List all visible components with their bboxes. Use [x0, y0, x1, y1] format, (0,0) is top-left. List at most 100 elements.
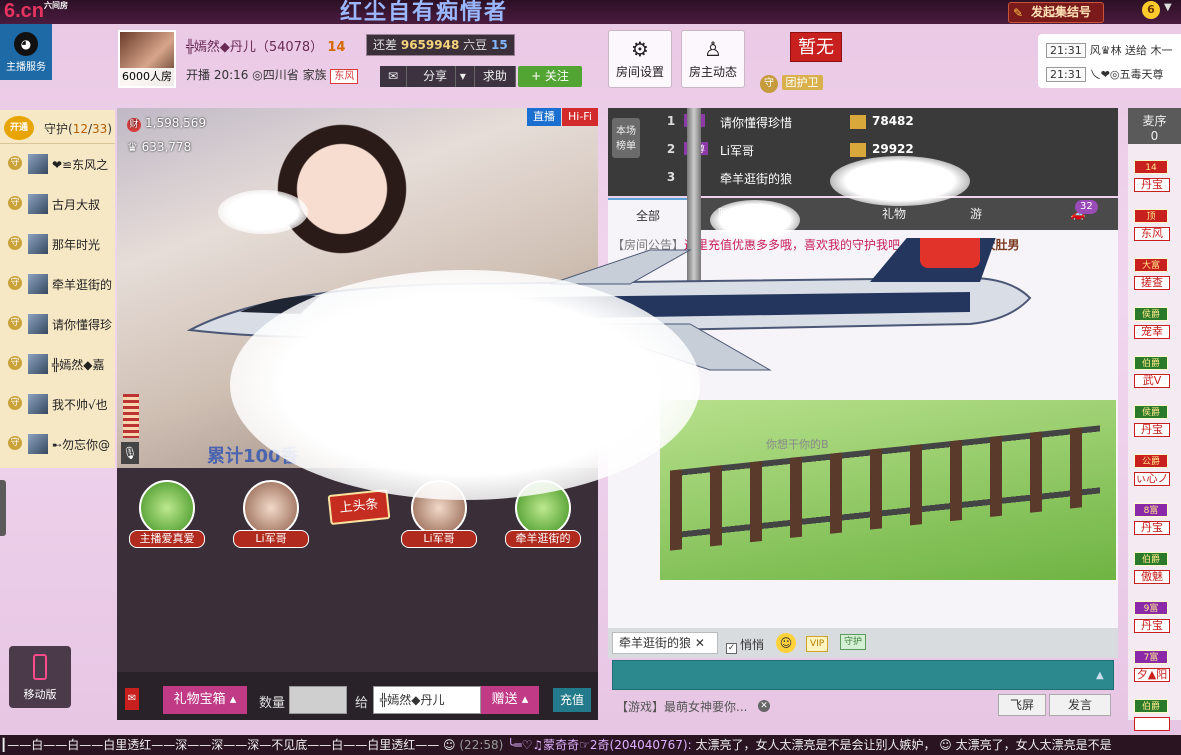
smile-icon: ☺ — [935, 738, 956, 752]
queue-item[interactable]: 伯爵 武V — [1134, 356, 1178, 396]
share-button[interactable]: 分享 ▾ — [407, 66, 475, 87]
send-message-button[interactable]: 发言 — [1049, 694, 1111, 716]
top-fan[interactable]: 主播爱真爱 — [127, 480, 207, 548]
cloud-overlay — [230, 270, 700, 500]
count-badge: 32 — [1075, 200, 1098, 214]
top-fans-area: 主播爱真爱 Li军哥 上头条 Li军哥 牵羊逛街的 — [117, 468, 598, 672]
room-settings-button[interactable]: ⚙ 房间设置 — [608, 30, 672, 88]
host-service-label: 主播服务 — [6, 62, 46, 73]
guard-emoji-icon[interactable]: 守护 — [840, 634, 867, 650]
guard-member[interactable]: 守 请你懂得珍 — [0, 304, 115, 344]
member-name: 请你懂得珍 — [52, 318, 113, 332]
fly-screen-button[interactable]: 飞屏 — [998, 694, 1046, 716]
rank-row[interactable]: 19富请你懂得珍惜78482 — [664, 108, 1104, 136]
mobile-version-button[interactable]: 移动版 — [9, 646, 71, 708]
rank-tab[interactable]: 本场榜单 — [612, 118, 640, 158]
video-wealth: 财 1,598,569 — [127, 116, 206, 132]
chat-target-select[interactable]: 牵羊逛街的狼 ✕ — [612, 632, 718, 654]
red-envelope-icon[interactable]: ✉ — [125, 688, 139, 710]
gift-box-button[interactable]: 礼物宝箱 ▴ — [163, 686, 247, 714]
system-messages: 21:31 风♛林 送给 木一 21:31 乀❤◎五毒天尊 — [1038, 34, 1181, 88]
recipient-select[interactable]: ╬嫣然◆丹儿 — [373, 686, 481, 714]
queue-name: 丹宝 — [1134, 423, 1170, 437]
checkbox[interactable]: ✓ — [726, 643, 737, 654]
guard-member[interactable]: 守 ➸勿忘你@ — [0, 424, 115, 464]
follow-button[interactable]: + 关注 — [518, 66, 582, 87]
hifi-tag[interactable]: Hi-Fi — [562, 108, 598, 126]
chat-input[interactable] — [612, 660, 1114, 690]
fan-label: Li军哥 — [401, 530, 477, 548]
gear-icon: ⚙ — [631, 37, 649, 61]
queue-item[interactable]: 公爵 ぃ心ノ — [1134, 454, 1178, 494]
queue-item[interactable]: 顶东风 — [1134, 209, 1178, 249]
volume-meter — [123, 394, 139, 438]
guard-member[interactable]: 守 牵羊逛街的 — [0, 264, 115, 304]
chevron-down-icon[interactable]: ▼ — [1164, 2, 1172, 13]
chevron-up-icon[interactable]: ▲ — [1096, 670, 1104, 681]
host-feed-button[interactable]: ♙ 房主动态 — [681, 30, 745, 88]
whisper-checkbox[interactable]: ✓ 悄悄 — [726, 636, 764, 654]
site-logo[interactable]: 6.cn六间房 — [4, 0, 68, 23]
queue-item[interactable]: 侯爵 丹宝 — [1134, 405, 1178, 445]
tab-all[interactable]: 全部 — [608, 198, 688, 230]
left-collapse-handle[interactable] — [0, 480, 6, 536]
family-tag[interactable]: 东风 — [330, 69, 359, 84]
mic-icon[interactable]: 🎙 — [121, 442, 139, 464]
queue-item[interactable]: 7富 夕▲阳 — [1134, 650, 1178, 690]
guard-member[interactable]: 守 古月大叔 — [0, 184, 115, 224]
headline-button[interactable]: 上头条 — [327, 488, 391, 526]
queue-badge: 侯爵 — [1134, 307, 1168, 321]
guard-team-badge[interactable]: 守 团护卫 — [760, 74, 823, 93]
need-label: 还差 — [373, 38, 398, 52]
member-avatar — [28, 394, 48, 414]
game-tip[interactable]: 【游戏】最萌女神要你... — [616, 698, 747, 715]
member-avatar — [28, 354, 48, 374]
guard-member[interactable]: 守 我不帅√也 — [0, 384, 115, 424]
member-name: ➸勿忘你@ — [52, 438, 111, 452]
queue-item[interactable]: 8富 丹宝 — [1134, 503, 1178, 543]
none-badge[interactable]: 暂无 — [790, 32, 842, 62]
close-icon[interactable]: ✕ — [758, 700, 770, 712]
tab-games[interactable]: 游 — [936, 198, 1016, 230]
top-fan[interactable]: Li军哥 — [231, 480, 311, 548]
queue-badge: 伯爵 — [1134, 552, 1168, 566]
rally-button[interactable]: ✎ 发起集结号 — [1008, 2, 1104, 23]
queue-name: 丹宝 — [1134, 619, 1170, 633]
recipient-label: 给 — [355, 696, 369, 711]
location-text: 四川省 — [262, 68, 299, 82]
vip-icon[interactable]: VIP — [806, 636, 829, 652]
room-settings-label: 房间设置 — [615, 65, 664, 79]
guard-member[interactable]: 守 那年时光 — [0, 224, 115, 264]
recharge-button[interactable]: 充值 — [553, 688, 591, 712]
gift-bar: ✉ 礼物宝箱 ▴ 数量 给 ╬嫣然◆丹儿 赠送 ▴ 充值 — [117, 672, 598, 720]
queue-name: 丹宝 — [1134, 521, 1170, 535]
queue-name: ぃ心ノ — [1134, 472, 1170, 486]
emoji-icon[interactable]: ☺ — [776, 633, 796, 653]
mail-icon[interactable]: ✉ — [380, 66, 408, 87]
queue-item[interactable]: 9富 丹宝 — [1134, 601, 1178, 641]
close-icon[interactable]: ✕ — [695, 636, 705, 650]
queue-badge: 顶 — [1134, 209, 1168, 223]
queue-item[interactable]: 14 丹宝 — [1134, 160, 1178, 200]
room-banner: 红尘自有痴情者 — [340, 0, 509, 24]
send-gift-button[interactable]: 赠送 ▴ — [481, 686, 539, 714]
fan-label: 主播爱真爱 — [129, 530, 205, 548]
member-avatar — [28, 314, 48, 334]
guard-member[interactable]: 守 ❤≌东风之 — [0, 144, 115, 184]
fan-label: 牵羊逛街的 — [505, 530, 581, 548]
host-toolbar: ✉ 分享 ▾ 求助 — [380, 66, 516, 87]
queue-item[interactable]: 伯爵 — [1134, 699, 1178, 739]
quantity-label: 数量 — [259, 696, 286, 711]
help-button[interactable]: 求助 — [475, 66, 516, 87]
host-service-button[interactable]: ◕ 主播服务 — [0, 24, 52, 80]
queue-item[interactable]: 侯爵 宠幸 — [1134, 307, 1178, 347]
coin-icon[interactable]: 6 — [1142, 1, 1160, 19]
open-guard-button[interactable]: 开通 — [4, 116, 34, 140]
member-name: 古月大叔 — [52, 198, 101, 212]
quantity-input[interactable] — [289, 686, 347, 714]
guard-member[interactable]: 守 ╬嫣然◆嘉 — [0, 344, 115, 384]
guard-title: 守护(12/33) — [44, 122, 112, 136]
member-name: ❤≌东风之 — [52, 158, 109, 172]
queue-item[interactable]: 大富 搓查 — [1134, 258, 1178, 298]
queue-item[interactable]: 伯爵 傲魅 — [1134, 552, 1178, 592]
